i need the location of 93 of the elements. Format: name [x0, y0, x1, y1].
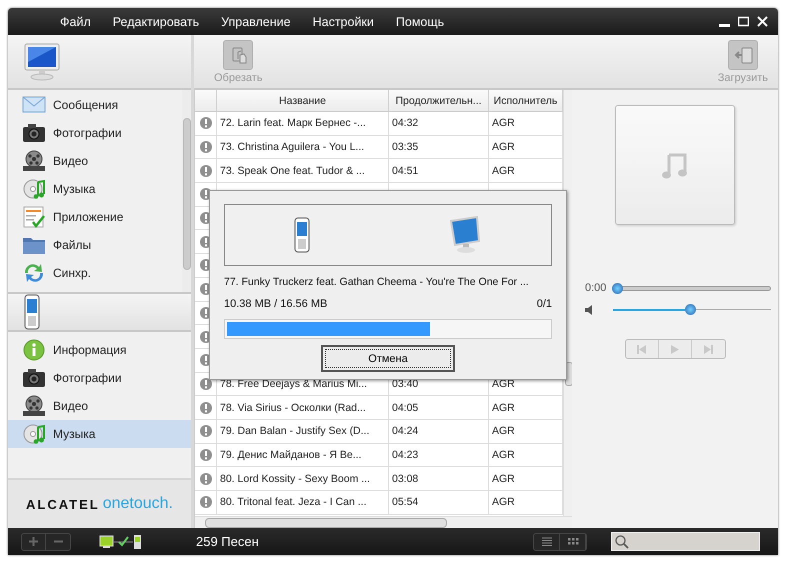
table-cell: 03:40 [392, 378, 418, 390]
music-disc-icon [22, 177, 46, 201]
alert-icon [200, 164, 212, 177]
table-cell: 73. Speak One feat. Tudor & ... [220, 164, 365, 177]
track-title: 77. Funky Truckerz feat. Gathan Cheema - You're The One For ... [224, 275, 529, 289]
search-icon [615, 534, 629, 548]
transfer-size: 10.38 MB / 16.56 MB [224, 297, 328, 311]
table-cell: AGR [492, 402, 515, 414]
sidebar-item[interactable]: Сообщения [8, 91, 182, 119]
table-cell: 04:05 [392, 402, 418, 414]
table-cell: 79. Dan Balan - Justify Sex (D... [220, 425, 370, 438]
volume-slider[interactable] [613, 304, 771, 315]
sidebar-item[interactable]: Видео [8, 147, 182, 175]
menu-item[interactable]: Управление [210, 8, 302, 35]
minimize-icon [719, 24, 730, 27]
table-cell: AGR [492, 425, 515, 438]
list-icon [540, 536, 552, 548]
column-header[interactable]: Исполнитель [489, 90, 563, 112]
sidebar-item[interactable]: Видео [8, 392, 191, 420]
table-cell: 78. Free Deejays & Marius Mi... [220, 378, 368, 390]
grid-icon [566, 536, 578, 548]
table-cell: 03:08 [392, 472, 418, 485]
table-cell: 04:24 [392, 425, 418, 438]
sidebar-item[interactable]: Приложение [8, 203, 182, 231]
scrollbar[interactable] [195, 516, 572, 528]
alert-icon [200, 402, 212, 414]
table-cell: AGR [492, 141, 515, 154]
elapsed-time: 0:00 [585, 282, 606, 294]
table-cell: 79. Денис Майданов - Я Ве... [220, 448, 362, 461]
table-cell: 05:54 [392, 496, 418, 508]
alert-icon [200, 472, 212, 485]
table-cell: AGR [492, 448, 515, 461]
transfer-count: 0/1 [536, 297, 552, 311]
sidebar-item[interactable]: Файлы [8, 231, 182, 259]
alert-icon [200, 448, 212, 461]
alert-icon [200, 496, 212, 508]
song-count: 259 Песен [196, 534, 259, 549]
sidebar-item[interactable]: Синхр. [8, 259, 182, 287]
plus-icon [29, 537, 38, 546]
slider-thumb[interactable] [685, 304, 696, 315]
info-icon [22, 338, 46, 362]
next-icon [704, 344, 712, 354]
table-cell: 04:32 [392, 117, 418, 130]
search-field[interactable] [611, 532, 760, 551]
table-cell: 78. Via Sirius - Осколки (Rad... [220, 402, 366, 414]
close-button[interactable] [757, 16, 768, 27]
sidebar-item[interactable]: Музыка [8, 175, 182, 203]
brand-logo: ALCATEL onetouch. [8, 478, 191, 528]
connection-status-icon [99, 534, 143, 550]
film-reel-icon [22, 394, 46, 418]
computer-icon [22, 42, 62, 82]
sidebar-item[interactable]: Информация [8, 336, 191, 364]
column-header[interactable]: Название [217, 90, 389, 112]
sidebar-item[interactable]: Фотографии [8, 119, 182, 147]
alert-icon [200, 117, 212, 130]
menu-item[interactable]: Файл [49, 8, 102, 35]
sidebar-item[interactable]: Фотографии [8, 364, 191, 392]
table-cell: AGR [492, 496, 515, 508]
menu-item[interactable]: Настройки [302, 8, 385, 35]
table-cell: 72. Larin feat. Марк Бернес -... [220, 117, 366, 130]
music-note-icon [661, 151, 689, 179]
phone-arrow-icon [732, 44, 753, 64]
table-cell: 03:35 [392, 141, 418, 154]
camera-icon [22, 121, 46, 145]
table-cell: AGR [492, 117, 515, 130]
slider-thumb[interactable] [612, 282, 624, 294]
table-cell: AGR [492, 164, 515, 177]
table-cell: 80. Tritonal feat. Jeza - I Can ... [220, 496, 366, 508]
table-cell: 73. Christina Aguilera - You L... [220, 141, 364, 154]
maximize-button[interactable] [738, 16, 749, 27]
menu-item[interactable]: Помощь [384, 8, 456, 35]
play-icon [670, 344, 679, 354]
previous-icon [637, 344, 646, 354]
phone-icon [292, 217, 312, 253]
table-cell: 80. Lord Kossity - Sexy Boom ... [220, 472, 370, 485]
cancel-button[interactable]: Отмена [321, 345, 455, 372]
table-cell: 04:51 [392, 164, 418, 177]
scrollbar[interactable] [182, 90, 191, 292]
menu-item[interactable]: Редактировать [102, 8, 210, 35]
alert-icon [200, 425, 212, 438]
sidebar-item[interactable]: Музыка [8, 420, 191, 448]
table-cell: AGR [492, 378, 515, 390]
close-icon [757, 16, 768, 27]
film-reel-icon [22, 149, 46, 173]
table-cell: 04:23 [392, 448, 418, 461]
checklist-icon [22, 205, 46, 229]
camera-icon [22, 366, 46, 390]
music-disc-icon [22, 422, 46, 446]
speaker-icon [585, 304, 595, 314]
column-header[interactable]: Продолжительн... [389, 90, 489, 112]
table-cell: AGR [492, 472, 515, 485]
alert-icon [200, 141, 212, 154]
maximize-icon [738, 16, 749, 27]
